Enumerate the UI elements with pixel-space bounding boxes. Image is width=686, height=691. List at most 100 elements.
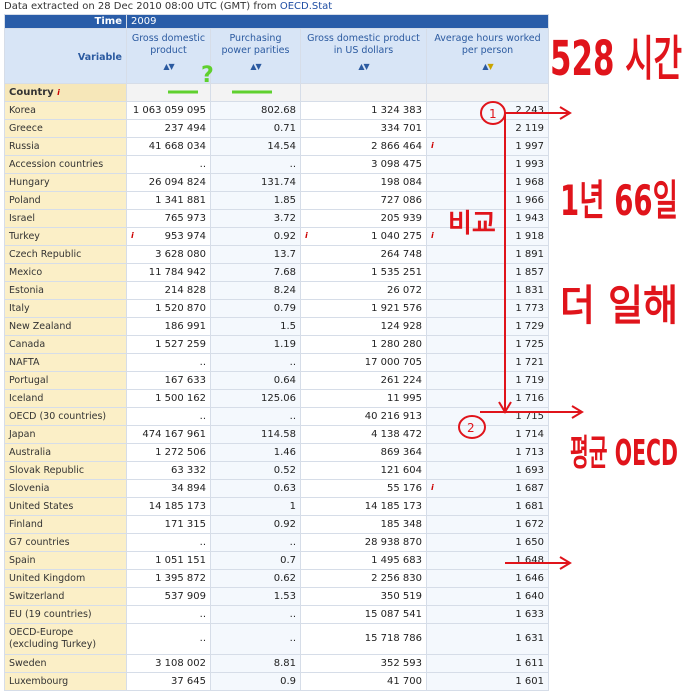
country-cell[interactable]: Israel (4, 209, 127, 228)
value-cell: 1 051 151 (126, 551, 211, 570)
table-row: Luxembourg 37 645 0.9 41 700 1 601 (4, 672, 550, 691)
info-flag-icon[interactable]: i (431, 231, 434, 240)
hours-annotation: 528 시간 (550, 31, 682, 87)
info-flag-icon[interactable]: i (131, 231, 134, 240)
country-cell[interactable]: Switzerland (4, 587, 127, 606)
sort-desc-icon[interactable]: ▼ (364, 62, 370, 71)
country-cell[interactable]: NAFTA (4, 353, 127, 372)
country-cell[interactable]: Slovak Republic (4, 461, 127, 480)
value-cell: 264 748 (300, 245, 427, 264)
value-cell: 0.64 (210, 371, 301, 390)
info-flag-icon[interactable]: i (305, 231, 308, 240)
country-cell[interactable]: Spain (4, 551, 127, 570)
country-cell[interactable]: Russia (4, 137, 127, 156)
value-cell: 352 593 (300, 654, 427, 673)
country-cell[interactable]: Iceland (4, 389, 127, 408)
value-cell: .. (126, 605, 211, 624)
value-cell: .. (126, 155, 211, 174)
table-row: Estonia 214 828 8.24 26 072 1 831 (4, 281, 550, 300)
country-cell[interactable]: New Zealand (4, 317, 127, 336)
oecd-stat-link[interactable]: OECD.Stat (280, 1, 332, 12)
country-cell[interactable]: Mexico (4, 263, 127, 282)
country-cell[interactable]: Turkey (4, 227, 127, 246)
country-cell[interactable]: Canada (4, 335, 127, 354)
value-cell: 537 909 (126, 587, 211, 606)
value-cell: 3.72 (210, 209, 301, 228)
value-cell: .. (210, 533, 301, 552)
country-cell[interactable]: Luxembourg (4, 672, 127, 691)
value-cell: 1 966 (425, 191, 550, 210)
value-cell: 125.06 (210, 389, 301, 408)
country-cell[interactable]: Korea (4, 101, 127, 120)
country-cell[interactable]: Finland (4, 515, 127, 534)
value-cell: 11 995 (300, 389, 427, 408)
value-cell: .. (126, 623, 211, 655)
sort-controls[interactable]: ▲▼ (431, 61, 544, 73)
country-cell[interactable]: Australia (4, 443, 127, 462)
variable-row: Variable Gross domestic product ▲▼ Purcha… (4, 28, 550, 84)
country-cell[interactable]: United States (4, 497, 127, 516)
value-cell: 1.46 (210, 443, 301, 462)
value-cell: 0.52 (210, 461, 301, 480)
country-cell[interactable]: OECD-Europe (excluding Turkey) (4, 623, 127, 655)
table-row: Korea 1 063 059 095 802.68 1 324 383 2 243 (4, 101, 550, 120)
oecd-data-table: Time 2009 Variable Gross domestic produc… (4, 14, 550, 691)
table-row: United Kingdom 1 395 872 0.62 2 256 830 1 64… (4, 569, 550, 588)
country-header-label: Country (9, 87, 54, 98)
table-row: Mexico 11 784 942 7.68 1 535 251 1 857 (4, 263, 550, 282)
value-cell: 167 633 (126, 371, 211, 390)
value-cell: 1 324 383 (300, 101, 427, 120)
sort-desc-icon[interactable]: ▼ (256, 62, 262, 71)
table-row: Turkey i 953 974 0.92 i 1 040 275 i 1 918 (4, 227, 550, 246)
country-cell[interactable]: Sweden (4, 654, 127, 673)
value-cell: i1 918 (425, 227, 550, 246)
value-cell: .. (126, 407, 211, 426)
country-cell[interactable]: Estonia (4, 281, 127, 300)
days-annotation: 1년 66일 (560, 176, 678, 225)
info-flag-icon[interactable]: i (431, 483, 434, 492)
value-cell: 3 108 002 (126, 654, 211, 673)
col-hours-label: Average hours worked per person (434, 33, 541, 56)
country-cell[interactable]: Czech Republic (4, 245, 127, 264)
table-body: Korea 1 063 059 095 802.68 1 324 383 2 243 Gr… (4, 101, 550, 691)
value-cell: 1 681 (425, 497, 550, 516)
table-row: Slovenia 34 894 0.63 55 176 i 1 687 (4, 479, 550, 498)
table-row: Iceland 1 500 162 125.06 11 995 1 716 (4, 389, 550, 408)
value-cell: 261 224 (300, 371, 427, 390)
country-cell[interactable]: Slovenia (4, 479, 127, 498)
value-cell: 1 640 (425, 587, 550, 606)
value-cell: .. (126, 533, 211, 552)
table-row: Spain 1 051 151 0.7 1 495 683 1 648 (4, 551, 550, 570)
value-cell: 3 628 080 (126, 245, 211, 264)
country-cell[interactable]: Accession countries (4, 155, 127, 174)
country-cell[interactable]: OECD (30 countries) (4, 407, 127, 426)
sort-desc-active-icon[interactable]: ▼ (488, 62, 494, 71)
value-cell: 1 968 (425, 173, 550, 192)
value-cell: 765 973 (126, 209, 211, 228)
country-cell[interactable]: Hungary (4, 173, 127, 192)
sort-controls[interactable]: ▲▼ (131, 61, 206, 73)
sort-controls[interactable]: ▲▼ (215, 61, 296, 73)
sort-controls[interactable]: ▲▼ (305, 61, 422, 73)
country-header: Country i (4, 83, 127, 102)
value-cell: 1 650 (425, 533, 550, 552)
country-cell[interactable]: Portugal (4, 371, 127, 390)
country-cell[interactable]: Italy (4, 299, 127, 318)
country-cell[interactable]: United Kingdom (4, 569, 127, 588)
country-cell[interactable]: Greece (4, 119, 127, 138)
value-cell: .. (210, 605, 301, 624)
value-cell: 0.92 (210, 227, 301, 246)
table-row: Switzerland 537 909 1.53 350 519 1 640 (4, 587, 550, 606)
info-flag-icon[interactable]: i (57, 88, 60, 97)
sort-desc-icon[interactable]: ▼ (169, 62, 175, 71)
table-row: United States 14 185 173 1 14 185 173 1 681 (4, 497, 550, 516)
value-cell: 8.81 (210, 654, 301, 673)
country-cell[interactable]: G7 countries (4, 533, 127, 552)
value-cell: 1 648 (425, 551, 550, 570)
info-flag-icon[interactable]: i (431, 141, 434, 150)
country-cell[interactable]: Poland (4, 191, 127, 210)
table-row: EU (19 countries).... 15 087 541 1 633 (4, 605, 550, 624)
country-cell[interactable]: Japan (4, 425, 127, 444)
country-cell[interactable]: EU (19 countries) (4, 605, 127, 624)
table-row: Hungary 26 094 824 131.74 198 084 1 968 (4, 173, 550, 192)
